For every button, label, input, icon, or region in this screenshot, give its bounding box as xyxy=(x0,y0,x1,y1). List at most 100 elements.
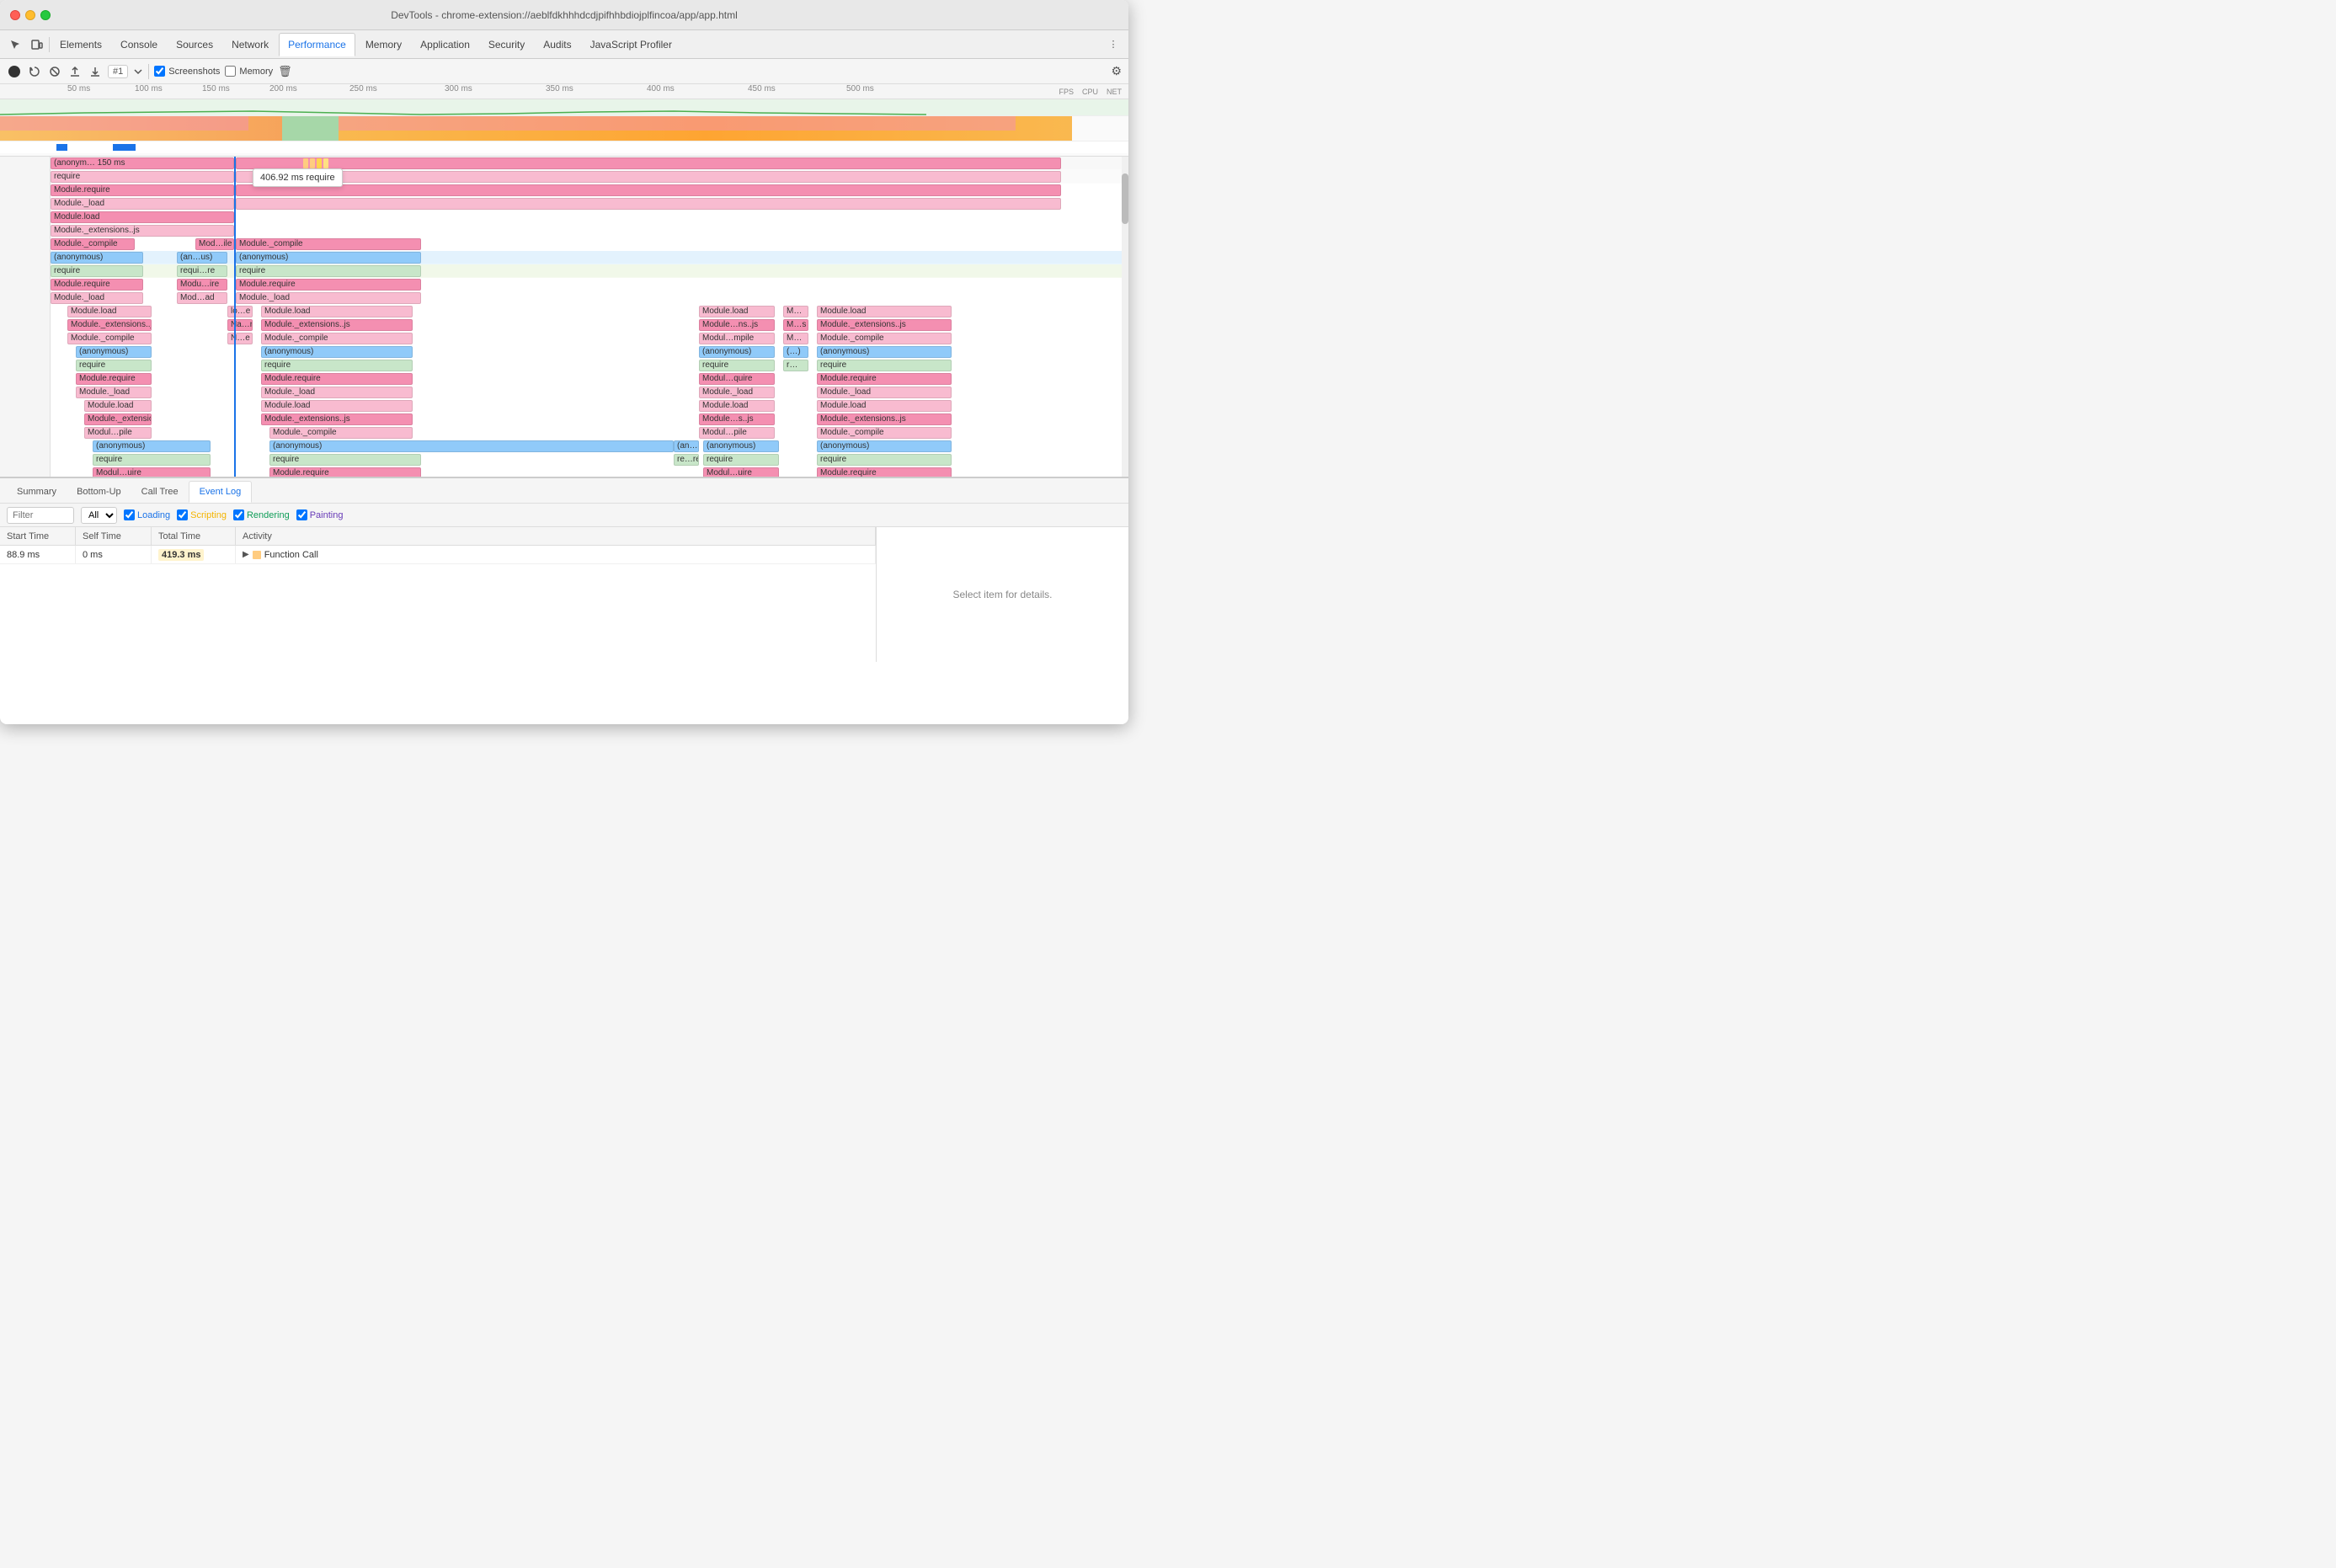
dropdown-arrow-icon[interactable] xyxy=(133,67,143,77)
flame-block-modload3-2[interactable]: Module._load xyxy=(236,292,421,304)
memory-checkbox[interactable] xyxy=(225,66,236,77)
flame-block-d12-2[interactable]: Modul…uire xyxy=(703,467,779,477)
flame-block-modcomp-1[interactable]: Mod…ile xyxy=(195,238,234,250)
tab-elements[interactable]: Elements xyxy=(51,33,110,56)
flame-block-d10-1[interactable]: (anonymous) xyxy=(269,440,674,452)
flame-block-d5-2[interactable]: Modul…quire xyxy=(699,373,775,385)
flame-block-d0-2[interactable]: Module.load xyxy=(261,306,413,317)
minimize-button[interactable] xyxy=(25,10,35,20)
flame-block-anon-0[interactable]: (anonym… 150 ms xyxy=(51,157,234,169)
clear-button[interactable] xyxy=(47,64,62,79)
tab-application[interactable]: Application xyxy=(412,33,478,56)
flame-block-d3-2[interactable]: (anonymous) xyxy=(699,346,775,358)
flame-block-d11-4[interactable]: require xyxy=(817,454,952,466)
close-button[interactable] xyxy=(10,10,20,20)
tab-performance[interactable]: Performance xyxy=(279,33,355,56)
flame-chart-area[interactable]: 406.92 ms require (anonym… 150 ms requir… xyxy=(0,157,1128,477)
screenshots-checkbox-label[interactable]: Screenshots xyxy=(154,66,220,77)
flame-block-require-1[interactable] xyxy=(236,171,1061,183)
flame-block-d4-3[interactable]: r… xyxy=(783,360,808,371)
rendering-checkbox[interactable] xyxy=(233,509,244,520)
tab-security[interactable]: Security xyxy=(480,33,533,56)
flame-block-d8-1[interactable]: Module._extensions..js xyxy=(261,413,413,425)
flame-block-modload3-1[interactable]: Mod…ad xyxy=(177,292,227,304)
flame-scrollbar[interactable] xyxy=(1122,157,1128,477)
flame-block-d9-1[interactable]: Module._compile xyxy=(269,427,413,439)
upload-button[interactable] xyxy=(67,64,83,79)
flame-block-d7-2[interactable]: Module.load xyxy=(699,400,775,412)
flame-block-req2-0[interactable]: require xyxy=(51,265,143,277)
flame-block-d7-1[interactable]: Module.load xyxy=(261,400,413,412)
flame-block-d9-2[interactable]: Modul…pile xyxy=(699,427,775,439)
tab-summary[interactable]: Summary xyxy=(7,481,67,503)
record-button[interactable] xyxy=(7,64,22,79)
flame-block-anon2-2[interactable]: (anonymous) xyxy=(236,252,421,264)
flame-block-d11-3[interactable]: require xyxy=(703,454,779,466)
loading-checkbox[interactable] xyxy=(124,509,135,520)
flame-block-req2-1[interactable]: requi…re xyxy=(177,265,227,277)
flame-block-modload-0[interactable]: Module._load xyxy=(51,198,234,210)
flame-block-d1-3[interactable]: Module…ns..js xyxy=(699,319,775,331)
flame-block-d1-0[interactable]: Module._extensions..js xyxy=(67,319,152,331)
event-list[interactable]: 88.9 ms 0 ms 419.3 ms ▶ Function Call xyxy=(0,546,876,662)
flame-block-modload3-0[interactable]: Module._load xyxy=(51,292,143,304)
flame-block-d3-1[interactable]: (anonymous) xyxy=(261,346,413,358)
inspect-icon[interactable] xyxy=(5,35,25,55)
flame-block-d7-0[interactable]: Module.load xyxy=(84,400,152,412)
flame-block-d5-1[interactable]: Module.require xyxy=(261,373,413,385)
flame-block-modload-1[interactable] xyxy=(236,198,1061,210)
painting-filter[interactable]: Painting xyxy=(296,509,344,520)
flame-block-d4-2[interactable]: require xyxy=(699,360,775,371)
tab-sources[interactable]: Sources xyxy=(168,33,221,56)
flame-block-d3-0[interactable]: (anonymous) xyxy=(76,346,152,358)
filter-select[interactable]: All xyxy=(81,507,117,524)
flame-block-d0-1[interactable]: lo…e xyxy=(227,306,253,317)
overview-area[interactable] xyxy=(0,99,1128,157)
expand-icon[interactable]: ▶ xyxy=(243,550,249,559)
flame-scroll-thumb[interactable] xyxy=(1122,173,1128,224)
flame-block-modreq2-1[interactable]: Modu…ire xyxy=(177,279,227,291)
flame-block-d3-4[interactable]: (anonymous) xyxy=(817,346,952,358)
flame-block-d6-1[interactable]: Module._load xyxy=(261,387,413,398)
rendering-filter[interactable]: Rendering xyxy=(233,509,290,520)
flame-block-d6-2[interactable]: Module._load xyxy=(699,387,775,398)
flame-block-modreq2-2[interactable]: Module.require xyxy=(236,279,421,291)
flame-block-d11-1[interactable]: require xyxy=(269,454,421,466)
flame-block-d8-2[interactable]: Module…s..js xyxy=(699,413,775,425)
screenshots-checkbox[interactable] xyxy=(154,66,165,77)
cell-activity[interactable]: ▶ Function Call xyxy=(236,546,876,563)
flame-block-d12-1[interactable]: Module.require xyxy=(269,467,421,477)
flame-block-d6-0[interactable]: Module._load xyxy=(76,387,152,398)
flame-block-d0-4[interactable]: M… xyxy=(783,306,808,317)
flame-block-d4-0[interactable]: require xyxy=(76,360,152,371)
flame-block-d2-4[interactable]: M… xyxy=(783,333,808,344)
flame-block-d0-5[interactable]: Module.load xyxy=(817,306,952,317)
flame-block-d1-4[interactable]: M…s xyxy=(783,319,808,331)
tab-bottom-up[interactable]: Bottom-Up xyxy=(67,481,131,503)
flame-block-d5-3[interactable]: Module.require xyxy=(817,373,952,385)
more-tabs-button[interactable]: ⋮ xyxy=(1103,35,1123,55)
flame-block-d3-3[interactable]: (…) xyxy=(783,346,808,358)
flame-block-d6-3[interactable]: Module._load xyxy=(817,387,952,398)
flame-main[interactable]: 406.92 ms require (anonym… 150 ms requir… xyxy=(51,157,1128,477)
flame-block-d8-0[interactable]: Module._extensions..js xyxy=(84,413,152,425)
flame-block-modcomp-2[interactable]: Module._compile xyxy=(236,238,421,250)
flame-block-d10-4[interactable]: (anonymous) xyxy=(817,440,952,452)
flame-block-anon2-1[interactable]: (an…us) xyxy=(177,252,227,264)
scripting-filter[interactable]: Scripting xyxy=(177,509,227,520)
flame-block-d2-1[interactable]: N…e xyxy=(227,333,253,344)
tab-call-tree[interactable]: Call Tree xyxy=(131,481,189,503)
flame-block-d5-0[interactable]: Module.require xyxy=(76,373,152,385)
tab-memory[interactable]: Memory xyxy=(357,33,410,56)
download-button[interactable] xyxy=(88,64,103,79)
flame-block-modreq-1[interactable] xyxy=(236,184,1061,196)
flame-block-d9-0[interactable]: Modul…pile xyxy=(84,427,152,439)
loading-filter[interactable]: Loading xyxy=(124,509,170,520)
flame-block-d1-5[interactable]: Module._extensions..js xyxy=(817,319,952,331)
flame-block-d0-3[interactable]: Module.load xyxy=(699,306,775,317)
flame-block-d11-2[interactable]: re…re xyxy=(674,454,699,466)
tab-javascript-profiler[interactable]: JavaScript Profiler xyxy=(582,33,680,56)
reload-button[interactable] xyxy=(27,64,42,79)
flame-block-d12-3[interactable]: Module.require xyxy=(817,467,952,477)
flame-block-anon-1[interactable] xyxy=(236,157,1061,169)
